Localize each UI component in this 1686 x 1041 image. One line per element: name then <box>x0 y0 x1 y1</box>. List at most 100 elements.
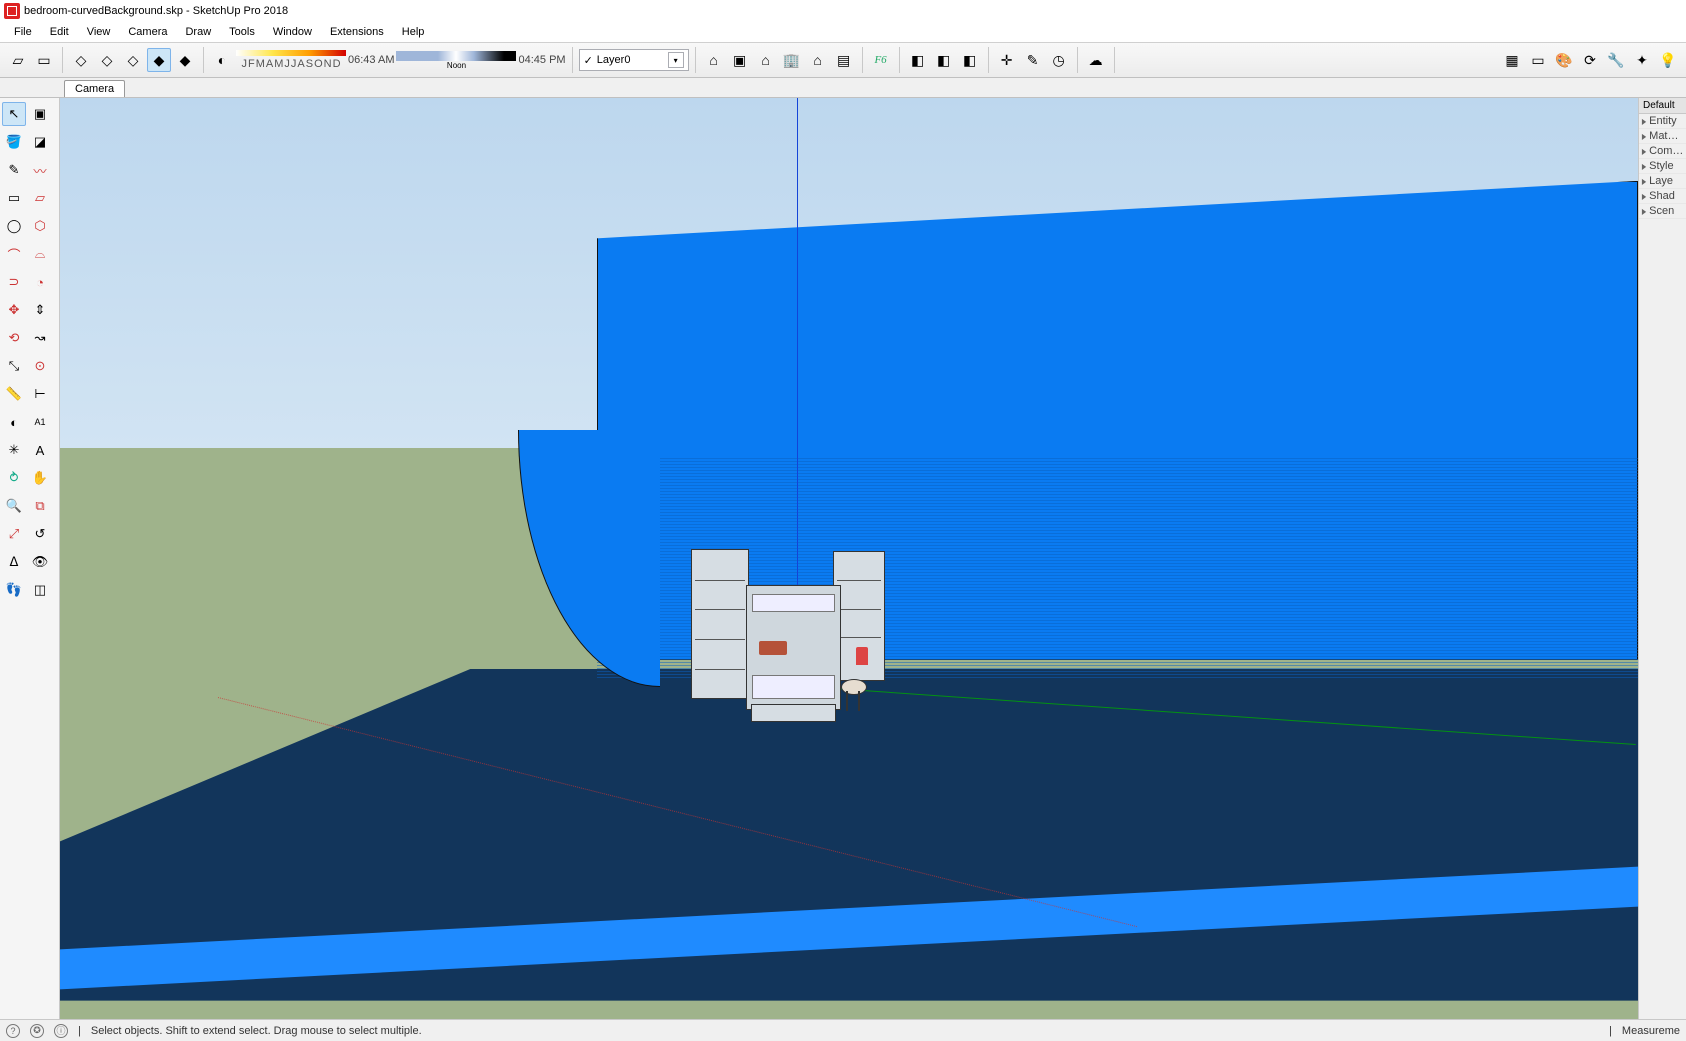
style-hidden-button[interactable]: ◇ <box>121 48 145 72</box>
terrain-button[interactable]: ▦ <box>1500 48 1524 72</box>
clock-button[interactable]: ◷ <box>1047 48 1071 72</box>
wrench-button[interactable]: 🔧 <box>1604 48 1628 72</box>
component-button[interactable]: ▣ <box>728 48 752 72</box>
tape-measure-tool[interactable]: 📏 <box>2 382 26 406</box>
style-mono-button[interactable]: ◆ <box>173 48 197 72</box>
circle-tool[interactable]: ◯ <box>2 214 26 238</box>
compass-button[interactable]: ✛ <box>995 48 1019 72</box>
rotate-tool[interactable]: ⟲ <box>2 326 26 350</box>
three-point-arc-tool[interactable]: ⊃ <box>2 270 26 294</box>
chevron-down-icon[interactable]: ▾ <box>668 52 684 68</box>
title-bar: bedroom-curvedBackground.skp - SketchUp … <box>0 0 1686 22</box>
pie-tool[interactable]: ◔ <box>28 270 52 294</box>
credit-icon[interactable]: ⓘ <box>54 1024 68 1038</box>
move-tool[interactable]: ✥ <box>2 298 26 322</box>
line-tool[interactable]: ✎ <box>2 158 26 182</box>
sunrise-label: 06:43 AM <box>348 54 394 66</box>
select-tool[interactable]: ↖ <box>2 102 26 126</box>
default-tray: Default ▶Entity ▶Mat… ▶Com… ▶Style ▶Laye… <box>1638 98 1686 1019</box>
menu-camera[interactable]: Camera <box>120 24 175 40</box>
rotated-rectangle-tool[interactable]: ▱ <box>28 186 52 210</box>
style-wire-button[interactable]: ◇ <box>95 48 119 72</box>
work-area: ↖ ▣ 🪣 ◪ ✎ 〰 ▭ ▱ ◯ ⬡ ⌒ ⌓ ⊃ ◔ ✥ ⇕ ⟲ ↝ ⤡ ⊙ … <box>0 98 1686 1019</box>
viewport[interactable] <box>60 98 1638 1019</box>
protractor-tool[interactable]: ◐ <box>2 410 26 434</box>
menu-window[interactable]: Window <box>265 24 320 40</box>
app-icon <box>4 3 20 19</box>
menu-edit[interactable]: Edit <box>42 24 77 40</box>
open-model-button[interactable]: ▭ <box>32 48 56 72</box>
menu-help[interactable]: Help <box>394 24 433 40</box>
menu-draw[interactable]: Draw <box>177 24 219 40</box>
style-shaded-tex-button[interactable]: ◆ <box>147 48 171 72</box>
zoom-window-tool[interactable]: ⧉ <box>28 494 52 518</box>
tray-panel-materials[interactable]: ▶Mat… <box>1639 129 1686 144</box>
walk-tool[interactable]: 👣 <box>2 578 26 602</box>
menu-file[interactable]: File <box>6 24 40 40</box>
make-component-tool[interactable]: ▣ <box>28 102 52 126</box>
rotate-button[interactable]: ⟳ <box>1578 48 1602 72</box>
help-icon[interactable]: ? <box>6 1024 20 1038</box>
arc-tool[interactable]: ⌒ <box>2 242 26 266</box>
zoom-extents-tool[interactable]: ⤢ <box>2 522 26 546</box>
menu-extensions[interactable]: Extensions <box>322 24 392 40</box>
geo-icon[interactable]: ✪ <box>30 1024 44 1038</box>
palette-button[interactable]: 🎨 <box>1552 48 1576 72</box>
under-drawer <box>751 704 836 722</box>
rectangle-tool[interactable]: ▭ <box>2 186 26 210</box>
building-button[interactable]: 🏢 <box>780 48 804 72</box>
separator <box>1077 47 1078 73</box>
section-plane-tool[interactable]: ◫ <box>28 578 52 602</box>
tray-panel-entity[interactable]: ▶Entity <box>1639 114 1686 129</box>
axes-tool[interactable]: ✳ <box>2 438 26 462</box>
separator <box>988 47 989 73</box>
position-camera-tool[interactable]: ᐃ <box>2 550 26 574</box>
push-pull-tool[interactable]: ⇕ <box>28 298 52 322</box>
dimension-tool[interactable]: ⊢ <box>28 382 52 406</box>
offset-tool[interactable]: ⊙ <box>28 354 52 378</box>
cloud-button[interactable]: ☁ <box>1084 48 1108 72</box>
layer-dropdown[interactable]: ✓ Layer0 ▾ <box>579 49 689 71</box>
menu-tools[interactable]: Tools <box>221 24 263 40</box>
follow-me-tool[interactable]: ↝ <box>28 326 52 350</box>
house-button[interactable]: ⌂ <box>754 48 778 72</box>
screen-button[interactable]: ▭ <box>1526 48 1550 72</box>
paint-bucket-tool[interactable]: 🪣 <box>2 130 26 154</box>
pan-tool[interactable]: ✋ <box>28 466 52 490</box>
menu-view[interactable]: View <box>79 24 119 40</box>
shadow-toggle-button[interactable]: ◐ <box>210 48 234 72</box>
3d-text-tool[interactable]: A <box>28 438 52 462</box>
model-info-button[interactable]: ⌂ <box>702 48 726 72</box>
zoom-tool[interactable]: 🔍 <box>2 494 26 518</box>
tray-panel-scenes[interactable]: ▶Scen <box>1639 204 1686 219</box>
star-button[interactable]: ✦ <box>1630 48 1654 72</box>
time-slider[interactable]: Noon <box>396 51 516 70</box>
fredo6-button[interactable]: F6 <box>869 48 893 72</box>
scale-tool[interactable]: ⤡ <box>2 354 26 378</box>
building-alt-button[interactable]: ▤ <box>832 48 856 72</box>
tray-panel-styles[interactable]: ▶Style <box>1639 159 1686 174</box>
bulb-button[interactable]: 💡 <box>1656 48 1680 72</box>
box-orange-button[interactable]: ◧ <box>932 48 956 72</box>
freehand-tool[interactable]: 〰 <box>28 158 52 182</box>
tray-panel-components[interactable]: ▶Com… <box>1639 144 1686 159</box>
orbit-tool[interactable]: ⥁ <box>2 466 26 490</box>
eraser-tool[interactable]: ◪ <box>28 130 52 154</box>
tray-header[interactable]: Default <box>1639 98 1686 114</box>
scalpel-button[interactable]: ✎ <box>1021 48 1045 72</box>
previous-view-tool[interactable]: ↺ <box>28 522 52 546</box>
polygon-tool[interactable]: ⬡ <box>28 214 52 238</box>
house-small-button[interactable]: ⌂ <box>806 48 830 72</box>
box-yellow-button[interactable]: ◧ <box>906 48 930 72</box>
left-toolbar: ↖ ▣ 🪣 ◪ ✎ 〰 ▭ ▱ ◯ ⬡ ⌒ ⌓ ⊃ ◔ ✥ ⇕ ⟲ ↝ ⤡ ⊙ … <box>0 98 60 1019</box>
two-point-arc-tool[interactable]: ⌓ <box>28 242 52 266</box>
box-green-button[interactable]: ◧ <box>958 48 982 72</box>
month-slider[interactable]: JFMAMJJASOND <box>236 50 346 70</box>
look-around-tool[interactable]: 👁 <box>28 550 52 574</box>
scene-tab-camera[interactable]: Camera <box>64 80 125 97</box>
tray-panel-layers[interactable]: ▶Laye <box>1639 174 1686 189</box>
tray-panel-shadows[interactable]: ▶Shad <box>1639 189 1686 204</box>
new-model-button[interactable]: ▱ <box>6 48 30 72</box>
text-tool[interactable]: A1 <box>28 410 52 434</box>
style-shaded-button[interactable]: ◇ <box>69 48 93 72</box>
